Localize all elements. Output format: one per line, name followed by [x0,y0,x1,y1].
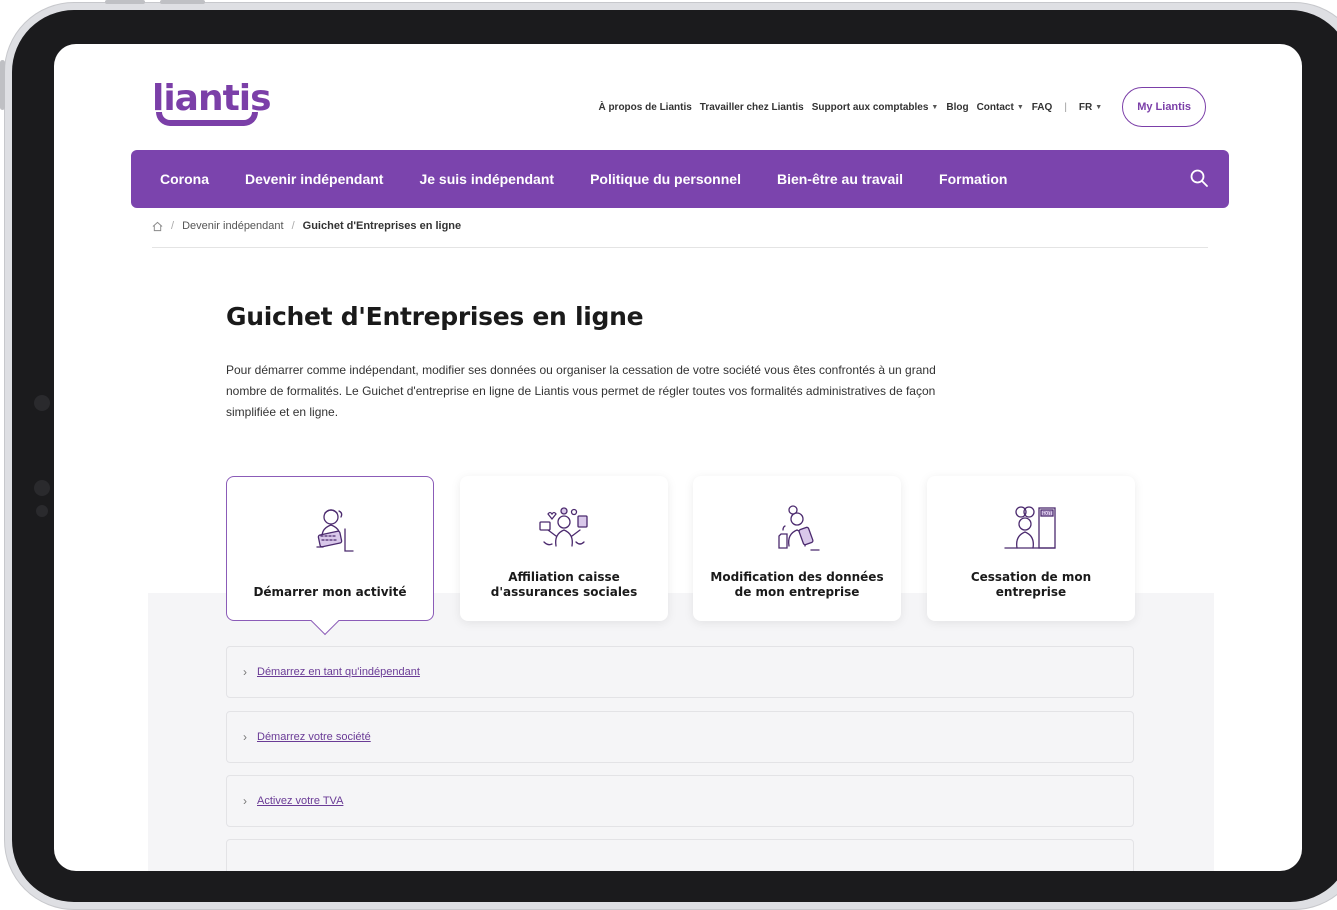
topnav-careers[interactable]: Travailler chez Liantis [700,102,804,113]
topnav-faq[interactable]: FAQ [1032,102,1053,113]
card-modification[interactable]: Modification des données de mon entrepri… [693,476,901,621]
main-navigation: Corona Devenir indépendant Je suis indép… [131,150,1229,208]
home-icon[interactable] [152,221,163,232]
breadcrumb-separator: / [171,220,175,232]
card-label: Modification des données de mon entrepri… [710,570,884,599]
caret-down-icon: ▼ [1095,103,1103,111]
card-cessation[interactable]: EXIT Cessation de mon entreprise [927,476,1135,621]
accordion-item[interactable]: › Démarrez en tant qu'indépendant [226,646,1134,698]
sensor-icon [34,480,50,496]
search-icon[interactable] [1189,168,1209,188]
accordion-item[interactable]: › Activez votre TVA [226,775,1134,827]
chevron-right-icon: › [243,794,247,808]
person-juggling-icon [539,507,588,547]
card-label: Cessation de mon entreprise [970,570,1092,599]
card-label: Démarrer mon activité [253,585,407,599]
accordion-item[interactable]: › Démarrez votre société [226,711,1134,763]
volume-button [160,0,205,4]
logo-smile [156,112,258,126]
breadcrumb-separator: / [291,220,295,232]
nav-item-corona[interactable]: Corona [160,171,209,187]
topnav-about[interactable]: À propos de Liantis [598,102,691,113]
topnav-accountants[interactable]: Support aux comptables ▼ [812,102,939,113]
card-affiliation[interactable]: Affiliation caisse d'assurances sociales [460,476,668,621]
liantis-logo[interactable]: liantis [152,78,272,132]
accordion-link[interactable]: Démarrez votre société [257,731,371,743]
caret-down-icon: ▼ [1016,103,1024,111]
topnav-blog[interactable]: Blog [946,102,968,113]
svg-text:EXIT: EXIT [1043,511,1052,516]
accordion-link[interactable]: Activez votre TVA [257,795,343,807]
person-laptop-icon [316,509,354,552]
card-demarrer-activite[interactable]: Démarrer mon activité [226,476,434,636]
chevron-right-icon: › [243,665,247,679]
camera-icon [34,395,50,411]
chevron-right-icon: › [243,730,247,744]
topnav-separator: | [1064,101,1067,113]
divider [152,247,1208,248]
language-selector[interactable]: FR ▼ [1079,102,1102,113]
accordion-item[interactable] [226,839,1134,871]
breadcrumb-current: Guichet d'Entreprises en ligne [302,220,462,232]
nav-item-devenir-independant[interactable]: Devenir indépendant [245,171,383,187]
caret-down-icon: ▼ [931,103,939,111]
breadcrumb-item[interactable]: Devenir indépendant [182,220,284,232]
nav-item-bien-etre[interactable]: Bien-être au travail [777,171,903,187]
nav-item-formation[interactable]: Formation [939,171,1007,187]
sensor-icon [36,505,48,517]
accordion-link[interactable]: Démarrez en tant qu'indépendant [257,666,420,678]
top-navigation: À propos de Liantis Travailler chez Lian… [598,86,1206,128]
person-exit-icon: EXIT [1004,506,1056,549]
topnav-contact[interactable]: Contact ▼ [977,102,1024,113]
web-page: liantis À propos de Liantis Travailler c… [54,44,1302,871]
power-button [0,60,5,110]
nav-item-politique-personnel[interactable]: Politique du personnel [590,171,741,187]
person-tablet-icon [778,505,820,551]
my-liantis-button[interactable]: My Liantis [1122,87,1206,127]
volume-button [105,0,145,4]
nav-item-je-suis-independant[interactable]: Je suis indépendant [419,171,554,187]
card-label: Affiliation caisse d'assurances sociales [490,570,638,599]
page-title: Guichet d'Entreprises en ligne [226,302,644,331]
page-intro: Pour démarrer comme indépendant, modifie… [226,363,936,419]
breadcrumb: / Devenir indépendant / Guichet d'Entrep… [152,220,461,232]
